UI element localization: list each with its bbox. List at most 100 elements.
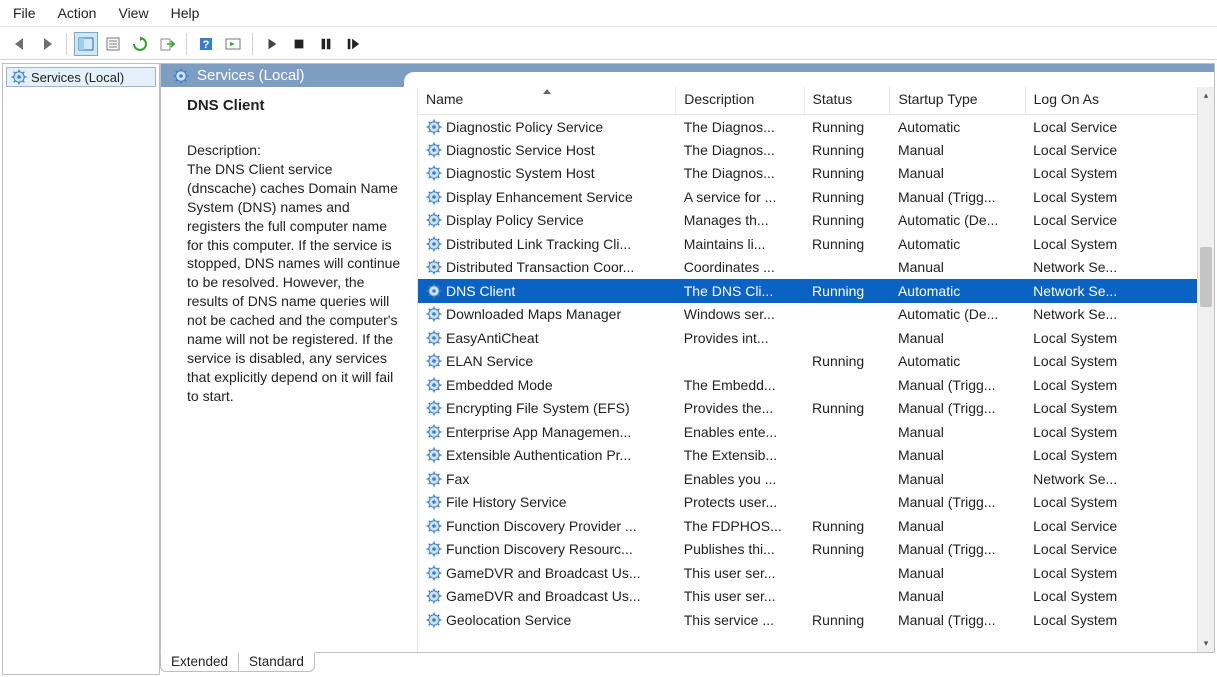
gear-icon [426,283,442,299]
col-log-on-as[interactable]: Log On As [1025,87,1197,115]
separator [252,33,253,55]
service-name: Diagnostic Policy Service [446,119,603,135]
menu-help[interactable]: Help [171,5,200,21]
service-status [804,326,890,350]
service-status: Running [804,397,890,421]
service-status: Running [804,514,890,538]
export-button[interactable] [155,32,179,56]
service-name: Diagnostic Service Host [446,142,595,158]
gear-icon [426,541,442,557]
service-description: Publishes thi... [676,538,804,562]
restart-service-button[interactable] [341,32,365,56]
service-status [804,373,890,397]
service-logon-as: Local System [1025,185,1197,209]
table-row[interactable]: Display Policy ServiceManages th...Runni… [418,209,1197,233]
service-name: Function Discovery Provider ... [446,518,637,534]
table-row[interactable]: DNS ClientThe DNS Cli...RunningAutomatic… [418,279,1197,303]
service-startup-type: Automatic (De... [890,209,1025,233]
table-row[interactable]: Extensible Authentication Pr...The Exten… [418,444,1197,468]
table-row[interactable]: Display Enhancement ServiceA service for… [418,185,1197,209]
pause-service-button[interactable] [314,32,338,56]
service-startup-type: Automatic (De... [890,303,1025,327]
service-name: Distributed Link Tracking Cli... [446,236,631,252]
table-row[interactable]: Function Discovery Resourc... Publishes t… [418,538,1197,562]
gear-icon [426,424,442,440]
table-row[interactable]: Diagnostic Policy ServiceThe Diagnos...R… [418,115,1197,139]
service-logon-as: Local System [1025,373,1197,397]
gear-icon [426,306,442,322]
show-hide-tree-button[interactable] [74,32,98,56]
service-description: Maintains li... [676,232,804,256]
table-row[interactable]: ELAN ServiceRunningAutomaticLocal System [418,350,1197,374]
service-logon-as: Local System [1025,561,1197,585]
service-description: The Diagnos... [676,138,804,162]
service-list[interactable]: Name Description Status Startup Type Log… [418,87,1197,652]
service-startup-type: Manual [890,514,1025,538]
col-name[interactable]: Name [418,87,676,115]
view-tabstrip: Extended Standard [160,653,1215,675]
table-row[interactable]: Distributed Transaction Coor...Coordinat… [418,256,1197,280]
service-name: Downloaded Maps Manager [446,306,621,322]
table-row[interactable]: EasyAntiCheatProvides int...ManualLocal … [418,326,1197,350]
service-logon-as: Local Service [1025,138,1197,162]
tab-extended[interactable]: Extended [160,652,239,672]
service-status: Running [804,232,890,256]
service-description: Provides int... [676,326,804,350]
service-logon-as: Local Service [1025,209,1197,233]
menu-action[interactable]: Action [58,5,97,21]
service-status: Running [804,185,890,209]
gear-icon [173,68,189,84]
console-tree[interactable]: Services (Local) [2,63,160,675]
table-row[interactable]: Diagnostic System HostThe Diagnos...Runn… [418,162,1197,186]
table-row[interactable]: FaxEnables you ...ManualNetwork Se... [418,467,1197,491]
gear-icon [426,212,442,228]
table-row[interactable]: Diagnostic Service HostThe Diagnos...Run… [418,138,1197,162]
service-description: This user ser... [676,561,804,585]
col-startup-type[interactable]: Startup Type [890,87,1025,115]
table-row[interactable]: Downloaded Maps ManagerWindows ser...Aut… [418,303,1197,327]
table-row[interactable]: File History ServiceProtects user...Manu… [418,491,1197,515]
menu-file[interactable]: File [13,5,36,21]
service-status: Running [804,209,890,233]
table-row[interactable]: Geolocation ServiceThis service ...Runni… [418,608,1197,632]
menu-view[interactable]: View [118,5,148,21]
stop-service-button[interactable] [287,32,311,56]
scroll-down-icon[interactable]: ▾ [1198,635,1214,652]
col-status[interactable]: Status [804,87,890,115]
service-description: Provides the... [676,397,804,421]
table-row[interactable]: Function Discovery Provider ...The FDPHO… [418,514,1197,538]
service-logon-as: Local Service [1025,538,1197,562]
tab-standard[interactable]: Standard [238,652,315,672]
gear-icon [426,259,442,275]
service-list-wrap: Name Description Status Startup Type Log… [418,87,1214,652]
table-row[interactable]: Embedded ModeThe Embedd...Manual (Trigg.… [418,373,1197,397]
table-row[interactable]: GameDVR and Broadcast Us... This user ser… [418,561,1197,585]
service-description: Enables ente... [676,420,804,444]
service-startup-type: Manual (Trigg... [890,491,1025,515]
col-description[interactable]: Description [676,87,804,115]
vertical-scrollbar[interactable]: ▴ ▾ [1197,87,1214,652]
back-button[interactable] [8,32,32,56]
service-name: GameDVR and Broadcast Us... [446,565,641,581]
refresh-button[interactable] [128,32,152,56]
start-service-button[interactable] [260,32,284,56]
table-row[interactable]: Encrypting File System (EFS)Provides the… [418,397,1197,421]
service-name: File History Service [446,494,567,510]
help-button[interactable]: ? [194,32,218,56]
scroll-up-icon[interactable]: ▴ [1198,87,1214,104]
gear-icon [426,119,442,135]
service-description: Manages th... [676,209,804,233]
table-row[interactable]: GameDVR and Broadcast Us...This user ser… [418,585,1197,609]
tree-item-services-local[interactable]: Services (Local) [6,67,156,87]
service-startup-type: Manual (Trigg... [890,185,1025,209]
service-name: GameDVR and Broadcast Us... [446,588,641,604]
table-row[interactable]: Distributed Link Tracking Cli... Maintain… [418,232,1197,256]
service-startup-type: Manual [890,467,1025,491]
properties-button[interactable] [101,32,125,56]
table-row[interactable]: Enterprise App Managemen...Enables ente.… [418,420,1197,444]
action-pane-button[interactable] [221,32,245,56]
description-text: The DNS Client service (dnscache) caches… [187,160,405,406]
service-name: Function Discovery Resourc... [446,541,633,557]
scroll-thumb[interactable] [1200,247,1212,307]
forward-button[interactable] [35,32,59,56]
